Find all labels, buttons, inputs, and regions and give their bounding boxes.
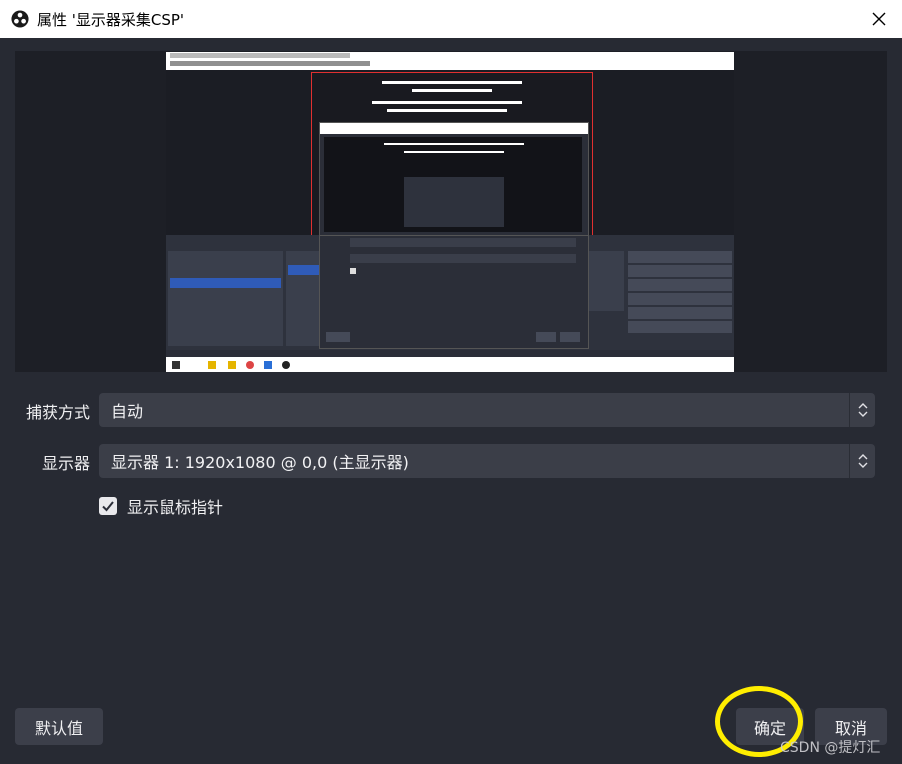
- preview-menubar: [166, 52, 734, 70]
- show-cursor-checkbox[interactable]: [99, 497, 117, 515]
- display-select[interactable]: 显示器 1: 1920x1080 @ 0,0 (主显示器): [99, 444, 875, 478]
- close-button[interactable]: [856, 0, 902, 38]
- defaults-button[interactable]: 默认值: [15, 708, 103, 745]
- capture-method-label: 捕获方式: [26, 403, 91, 422]
- updown-chevron-icon[interactable]: [849, 444, 875, 478]
- close-icon[interactable]: [872, 12, 886, 26]
- preview-taskbar: [166, 357, 734, 372]
- obs-logo-icon: [11, 10, 29, 28]
- title-bar: 属性 '显示器采集CSP': [0, 0, 902, 38]
- display-capture-preview: [166, 52, 734, 372]
- updown-chevron-icon[interactable]: [849, 393, 875, 427]
- watermark: CSDN @提灯汇: [780, 740, 881, 756]
- preview-dialog-lower: [319, 235, 589, 349]
- capture-method-value: 自动: [111, 402, 144, 421]
- show-cursor-row[interactable]: 显示鼠标指针: [99, 495, 223, 517]
- show-cursor-label: 显示鼠标指针: [127, 498, 224, 517]
- display-value: 显示器 1: 1920x1080 @ 0,0 (主显示器): [111, 453, 409, 472]
- checkmark-icon: [102, 501, 114, 512]
- window-title: 属性 '显示器采集CSP': [37, 10, 185, 29]
- capture-method-select[interactable]: 自动: [99, 393, 875, 427]
- display-label: 显示器: [42, 454, 91, 473]
